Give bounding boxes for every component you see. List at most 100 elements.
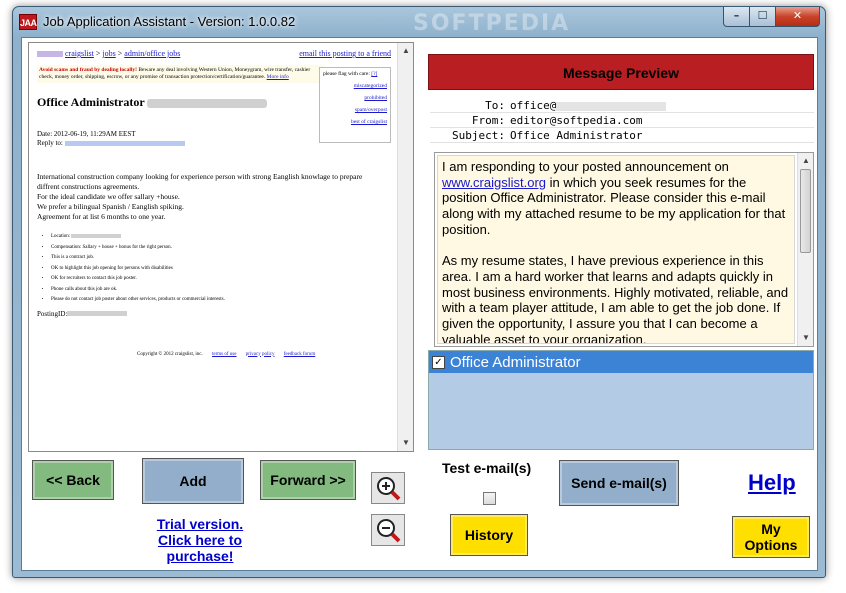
- browser-scrollbar[interactable]: ▲ ▼: [397, 43, 413, 451]
- trial-purchase-link[interactable]: Trial version. Click here to purchase!: [145, 516, 255, 564]
- app-icon: JAA: [19, 14, 37, 30]
- flag-best-of[interactable]: best of craigslist: [323, 119, 387, 125]
- warning-lead: Avoid scams and fraud by dealing locally…: [39, 67, 137, 73]
- job-list[interactable]: ✓ Office Administrator: [428, 350, 814, 450]
- list-item: OK to highlight this job opening for per…: [51, 264, 391, 275]
- flag-header: please flag with care: [?]: [323, 71, 387, 77]
- copyright-text: Copyright © 2012 craigslist, inc.: [137, 351, 203, 357]
- body-paragraph: As my resume states, I have previous exp…: [442, 253, 789, 344]
- list-item: OK for recruiters to contact this job po…: [51, 274, 391, 285]
- subject-row: Subject: Office Administrator: [430, 128, 814, 143]
- list-item[interactable]: ✓ Office Administrator: [429, 351, 813, 373]
- scroll-down-icon[interactable]: ▼: [398, 435, 413, 451]
- crumb-jobs[interactable]: jobs: [102, 49, 115, 58]
- scroll-thumb[interactable]: [800, 169, 811, 253]
- from-label: From:: [471, 114, 505, 127]
- minimize-button[interactable]: –: [723, 7, 750, 27]
- to-address: office@: [510, 99, 557, 112]
- add-button[interactable]: Add: [142, 458, 244, 504]
- subject-label: Subject:: [452, 129, 505, 142]
- history-button[interactable]: History: [450, 514, 528, 556]
- reply-label: Reply to:: [37, 139, 63, 147]
- location-value-redacted: [71, 233, 122, 238]
- client-area: craigslist > jobs > admin/office jobs em…: [21, 37, 818, 571]
- to-address-redacted: [556, 101, 667, 111]
- flag-prohibited[interactable]: prohibited: [323, 95, 387, 101]
- privacy-link[interactable]: privacy policy: [246, 352, 275, 357]
- subject-value: Office Administrator: [510, 129, 643, 142]
- job-posting-browser[interactable]: craigslist > jobs > admin/office jobs em…: [28, 42, 414, 452]
- to-label: To:: [485, 99, 505, 112]
- list-item: This is a contract job.: [51, 253, 391, 264]
- title-redacted: [147, 98, 268, 108]
- scam-warning: Avoid scams and fraud by dealing locally…: [37, 65, 325, 83]
- test-email-checkbox[interactable]: [483, 492, 496, 505]
- page-footer: Copyright © 2012 craigslist, inc. terms …: [37, 352, 391, 357]
- craigslist-link[interactable]: www.craigslist.org: [442, 175, 546, 190]
- location-redacted: [37, 51, 63, 58]
- description-line: Agreement for at list 6 months to one ye…: [37, 212, 166, 221]
- app-window: JAA Job Application Assistant - Version:…: [12, 6, 826, 578]
- crumb-category[interactable]: admin/office jobs: [124, 49, 180, 58]
- scroll-down-icon[interactable]: ▼: [798, 330, 814, 346]
- email-body-box[interactable]: I am responding to your posted announcem…: [434, 152, 814, 347]
- forward-button[interactable]: Forward >>: [260, 460, 356, 500]
- job-title-text: Office Administrator: [37, 95, 145, 109]
- terms-link[interactable]: terms of use: [212, 352, 236, 357]
- help-link[interactable]: Help: [748, 470, 796, 496]
- flag-miscategorized[interactable]: miscategorized: [323, 83, 387, 89]
- feedback-link[interactable]: feedback forum: [284, 352, 316, 357]
- job-posting-content: craigslist > jobs > admin/office jobs em…: [29, 43, 399, 451]
- to-row: To: office@: [430, 98, 814, 113]
- list-item: Compensation: Sallary + house + bonus fo…: [51, 243, 391, 254]
- from-value: editor@softpedia.com: [510, 114, 643, 127]
- location-label: Location:: [51, 234, 71, 239]
- posting-id-redacted: [67, 311, 128, 317]
- email-posting-link[interactable]: email this posting to a friend: [299, 49, 391, 58]
- flag-header-text: please flag with care:: [323, 71, 370, 77]
- zoom-in-button[interactable]: [371, 472, 405, 504]
- job-checkbox[interactable]: ✓: [432, 355, 445, 369]
- watermark: SOFTPEDIA: [413, 11, 571, 36]
- test-email-label: Test e-mail(s): [442, 460, 532, 476]
- crumb-craigslist[interactable]: craigslist: [65, 49, 94, 58]
- flag-spam[interactable]: spam/overpost: [323, 107, 387, 113]
- close-button[interactable]: ✕: [776, 7, 820, 27]
- job-list-label: Office Administrator: [450, 353, 581, 371]
- window-title: Job Application Assistant - Version: 1.0…: [43, 14, 296, 29]
- email-header-fields: To: office@ From: editor@softpedia.com S…: [430, 98, 814, 144]
- scroll-up-icon[interactable]: ▲: [398, 43, 413, 59]
- job-details-list: Location: Compensation: Sallary + house …: [37, 232, 391, 306]
- posting-id: PostingID:: [37, 310, 391, 318]
- zoom-in-icon: [377, 477, 401, 501]
- reply-email-redacted[interactable]: [64, 140, 185, 146]
- title-bar[interactable]: JAA Job Application Assistant - Version:…: [13, 7, 825, 37]
- from-row: From: editor@softpedia.com: [430, 113, 814, 128]
- scroll-up-icon[interactable]: ▲: [798, 153, 814, 169]
- email-body[interactable]: I am responding to your posted announcem…: [437, 155, 795, 344]
- body-scrollbar[interactable]: ▲ ▼: [797, 153, 813, 346]
- list-item: Phone calls about this job are ok.: [51, 285, 391, 296]
- send-email-button[interactable]: Send e-mail(s): [559, 460, 679, 506]
- crumb-separator: >: [115, 49, 125, 58]
- zoom-out-button[interactable]: [371, 514, 405, 546]
- message-preview-header: Message Preview: [428, 54, 814, 90]
- job-description: International construction company looki…: [37, 172, 377, 222]
- my-options-button[interactable]: My Options: [732, 516, 810, 558]
- description-line: For the ideal candidate we offer sallary…: [37, 192, 180, 201]
- description-line: International construction company looki…: [37, 172, 363, 191]
- more-info-link[interactable]: More info: [267, 74, 289, 80]
- posting-id-label: PostingID:: [37, 309, 68, 318]
- to-value: office@: [510, 98, 814, 112]
- zoom-out-icon: [377, 519, 401, 543]
- flag-box: please flag with care: [?] miscategorize…: [319, 67, 391, 143]
- maximize-button[interactable]: ☐: [750, 7, 776, 27]
- breadcrumb: craigslist > jobs > admin/office jobs em…: [37, 49, 391, 61]
- description-line: We prefer a bilingual Spanish / Eanglish…: [37, 202, 184, 211]
- flag-help-link[interactable]: [?]: [371, 71, 377, 77]
- body-text: I am responding to your posted announcem…: [442, 159, 729, 174]
- back-button[interactable]: << Back: [32, 460, 114, 500]
- list-item: Location:: [51, 232, 391, 243]
- list-item: Please do not contact job poster about o…: [51, 295, 391, 306]
- window-controls: – ☐ ✕: [723, 7, 820, 27]
